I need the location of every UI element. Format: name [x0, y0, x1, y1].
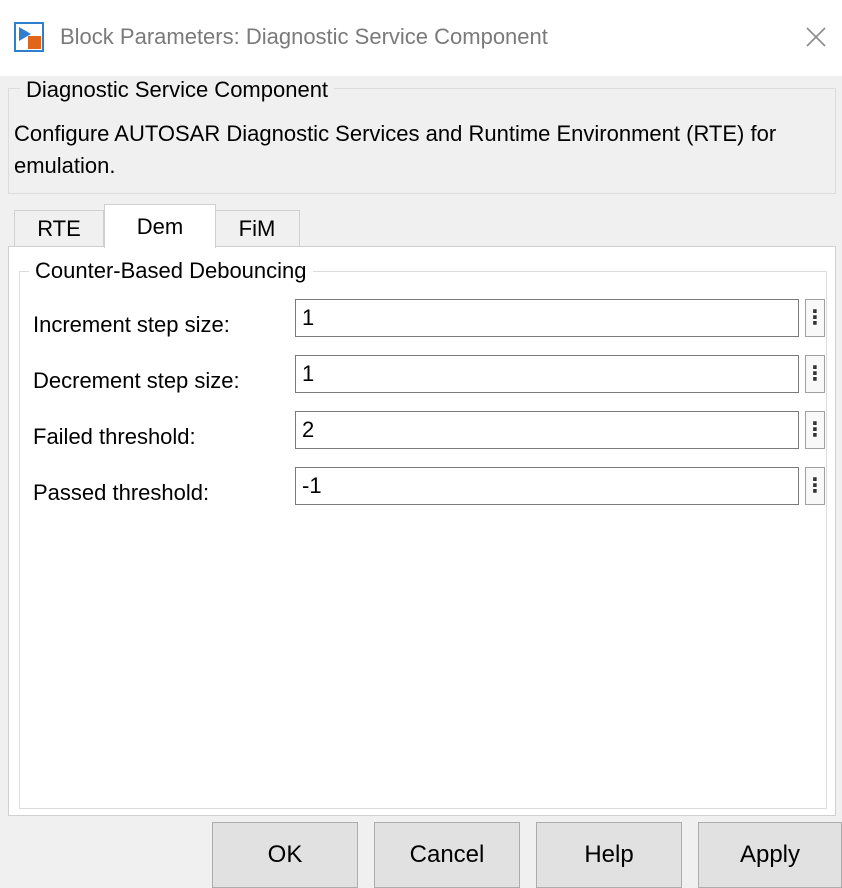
- header-description: Configure AUTOSAR Diagnostic Services an…: [14, 121, 777, 178]
- vertical-ellipsis-icon: ⋮: [805, 363, 825, 385]
- close-icon: [806, 27, 826, 47]
- help-button[interactable]: Help: [536, 822, 682, 888]
- failed-threshold-menu-button[interactable]: ⋮: [805, 411, 825, 449]
- counter-debouncing-group: [19, 271, 827, 809]
- header-group-title: Diagnostic Service Component: [20, 76, 335, 104]
- decrement-step-input[interactable]: [295, 355, 799, 393]
- apply-button[interactable]: Apply: [698, 822, 842, 888]
- tab-fim[interactable]: FiM: [214, 210, 300, 247]
- vertical-ellipsis-icon: ⋮: [805, 307, 825, 329]
- decrement-step-menu-button[interactable]: ⋮: [805, 355, 825, 393]
- tab-pane-dem: Counter-Based Debouncing Increment step …: [8, 246, 836, 816]
- passed-threshold-label: Passed threshold:: [33, 480, 210, 505]
- decrement-step-label: Decrement step size:: [33, 368, 240, 393]
- close-button[interactable]: [800, 20, 832, 54]
- vertical-ellipsis-icon: ⋮: [805, 475, 825, 497]
- failed-threshold-input[interactable]: [295, 411, 799, 449]
- window-title: Block Parameters: Diagnostic Service Com…: [60, 24, 548, 49]
- increment-step-label: Increment step size:: [33, 312, 230, 337]
- cancel-button[interactable]: Cancel: [374, 822, 520, 888]
- passed-threshold-menu-button[interactable]: ⋮: [805, 467, 825, 505]
- title-bar: Block Parameters: Diagnostic Service Com…: [0, 0, 842, 76]
- tab-dem[interactable]: Dem: [104, 204, 216, 248]
- increment-step-input[interactable]: [295, 299, 799, 337]
- vertical-ellipsis-icon: ⋮: [805, 419, 825, 441]
- failed-threshold-label: Failed threshold:: [33, 424, 196, 449]
- increment-step-menu-button[interactable]: ⋮: [805, 299, 825, 337]
- simulink-block-icon: [14, 22, 44, 52]
- tab-bar: RTE Dem FiM: [8, 200, 834, 248]
- ok-button[interactable]: OK: [212, 822, 358, 888]
- tab-rte[interactable]: RTE: [14, 210, 104, 247]
- counter-debouncing-title: Counter-Based Debouncing: [29, 257, 313, 285]
- passed-threshold-input[interactable]: [295, 467, 799, 505]
